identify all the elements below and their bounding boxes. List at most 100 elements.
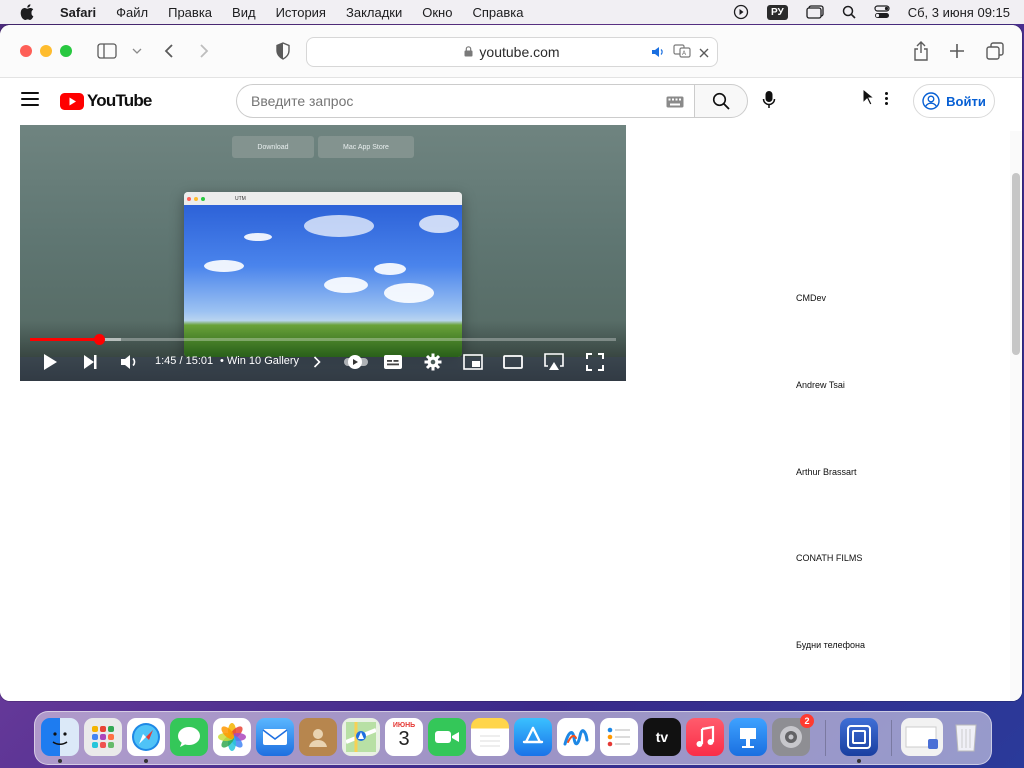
youtube-page: YouTube Введите запрос Войти Download Ma… bbox=[0, 78, 1022, 701]
keynote-icon[interactable] bbox=[729, 718, 767, 756]
system-settings-icon[interactable]: 2 bbox=[772, 714, 814, 756]
menu-app-name[interactable]: Safari bbox=[50, 5, 106, 20]
stage-manager-icon[interactable] bbox=[806, 5, 824, 19]
signin-button[interactable]: Войти bbox=[913, 84, 995, 118]
recommendation-channel[interactable]: CONATH FILMS bbox=[796, 553, 862, 563]
menu-bookmarks[interactable]: Закладки bbox=[336, 5, 412, 20]
scrubber-knob[interactable] bbox=[93, 334, 105, 345]
minimize-window-button[interactable] bbox=[40, 45, 52, 57]
subtitles-icon[interactable] bbox=[382, 350, 404, 374]
menu-edit[interactable]: Правка bbox=[158, 5, 222, 20]
airplay-icon[interactable] bbox=[542, 350, 566, 374]
messages-icon[interactable] bbox=[170, 718, 208, 756]
tab-overview-icon[interactable] bbox=[984, 41, 1006, 61]
speaker-audio-icon[interactable] bbox=[651, 45, 665, 61]
mail-icon[interactable] bbox=[256, 718, 294, 756]
settings-gear-icon[interactable] bbox=[422, 350, 444, 374]
dock: ИЮНЬ 3 tv 2 bbox=[34, 711, 992, 765]
miniplayer-icon[interactable] bbox=[462, 350, 484, 374]
search-placeholder: Введите запрос bbox=[251, 93, 354, 109]
back-button[interactable] bbox=[158, 41, 180, 61]
share-icon[interactable] bbox=[910, 41, 932, 61]
photos-icon[interactable] bbox=[213, 718, 251, 756]
safari-icon[interactable] bbox=[127, 718, 165, 756]
recommendation-channel[interactable]: Будни телефона bbox=[796, 640, 865, 650]
privacy-report-shield-icon[interactable] bbox=[272, 41, 294, 61]
launchpad-icon[interactable] bbox=[84, 718, 122, 756]
close-icon[interactable] bbox=[699, 45, 709, 61]
video-progress-bar[interactable] bbox=[30, 334, 616, 345]
safari-window: youtube.com A YouTube Введите запрос Вой… bbox=[0, 25, 1022, 701]
spotlight-search-icon[interactable] bbox=[842, 5, 856, 19]
music-icon[interactable] bbox=[686, 718, 724, 756]
lock-icon bbox=[464, 44, 473, 60]
translate-icon[interactable]: A bbox=[673, 44, 691, 61]
chevron-right-icon[interactable] bbox=[310, 350, 324, 374]
apple-tv-label: tv bbox=[655, 729, 669, 745]
search-input[interactable]: Введите запрос bbox=[236, 84, 694, 118]
page-scrollbar[interactable] bbox=[1010, 131, 1022, 701]
address-bar[interactable]: youtube.com A bbox=[306, 37, 718, 67]
voice-search-mic-icon[interactable] bbox=[762, 90, 776, 115]
apple-tv-icon[interactable]: tv bbox=[643, 718, 681, 756]
menu-history[interactable]: История bbox=[266, 5, 336, 20]
now-playing-icon[interactable] bbox=[733, 4, 749, 20]
recommendation-channel[interactable]: Arthur Brassart bbox=[796, 467, 857, 477]
search-button[interactable] bbox=[694, 84, 748, 118]
utm-icon[interactable] bbox=[840, 718, 878, 756]
mac-app-store-button-in-video: Mac App Store bbox=[318, 136, 414, 158]
recommendation-channel[interactable]: Andrew Tsai bbox=[796, 380, 845, 390]
play-icon[interactable] bbox=[40, 350, 60, 374]
chevron-down-icon[interactable] bbox=[126, 41, 148, 61]
control-center-icon[interactable] bbox=[874, 5, 890, 19]
facetime-icon[interactable] bbox=[428, 718, 466, 756]
next-video-icon[interactable] bbox=[80, 350, 100, 374]
download-label: Download bbox=[257, 143, 289, 151]
autoplay-toggle[interactable] bbox=[344, 350, 368, 374]
search-icon bbox=[712, 92, 730, 110]
video-player[interactable]: Download Mac App Store UTM 1:45 / 15:01 … bbox=[20, 125, 626, 381]
notification-badge: 2 bbox=[800, 714, 814, 728]
app-store-icon[interactable] bbox=[514, 718, 552, 756]
menu-hamburger-icon[interactable] bbox=[21, 92, 39, 106]
more-options-icon[interactable] bbox=[885, 92, 888, 105]
calendar-icon[interactable]: ИЮНЬ 3 bbox=[385, 718, 423, 756]
url-text: youtube.com bbox=[479, 44, 560, 60]
youtube-play-logo-icon bbox=[60, 92, 84, 110]
new-tab-plus-icon[interactable] bbox=[946, 41, 968, 61]
finder-icon[interactable] bbox=[41, 718, 79, 756]
menubar-datetime[interactable]: Сб, 3 июня 09:15 bbox=[908, 5, 1010, 20]
theater-mode-icon[interactable] bbox=[502, 350, 524, 374]
search-box: Введите запрос bbox=[236, 84, 748, 118]
browser-toolbar: youtube.com A bbox=[0, 25, 1022, 78]
forward-button[interactable] bbox=[193, 41, 215, 61]
account-circle-icon bbox=[922, 92, 940, 110]
recommendation-channel[interactable]: CMDev bbox=[796, 293, 826, 303]
close-window-button[interactable] bbox=[20, 45, 32, 57]
time-display: 1:45 / 15:01 bbox=[155, 355, 214, 367]
keyboard-icon[interactable] bbox=[666, 95, 684, 111]
volume-icon[interactable] bbox=[120, 350, 140, 374]
youtube-logo[interactable]: YouTube bbox=[60, 91, 152, 111]
trash-icon[interactable] bbox=[947, 718, 985, 756]
menu-help[interactable]: Справка bbox=[462, 5, 533, 20]
sidebar-toggle-icon[interactable] bbox=[96, 41, 118, 61]
freeform-icon[interactable] bbox=[557, 718, 595, 756]
downloads-stack-icon[interactable] bbox=[901, 718, 943, 756]
input-source-indicator[interactable]: РУ bbox=[766, 4, 788, 20]
apple-icon[interactable] bbox=[20, 4, 36, 20]
zoom-window-button[interactable] bbox=[60, 45, 72, 57]
reminders-icon[interactable] bbox=[600, 718, 638, 756]
window-controls bbox=[20, 45, 72, 57]
maps-icon[interactable] bbox=[342, 718, 380, 756]
menu-file[interactable]: Файл bbox=[106, 5, 158, 20]
fullscreen-icon[interactable] bbox=[584, 350, 606, 374]
notes-icon[interactable] bbox=[471, 718, 509, 756]
scrollbar-thumb[interactable] bbox=[1012, 173, 1020, 355]
contacts-icon[interactable] bbox=[299, 718, 337, 756]
menu-window[interactable]: Окно bbox=[412, 5, 462, 20]
chapter-title[interactable]: • Win 10 Gallery bbox=[220, 355, 299, 367]
mouse-pointer-icon bbox=[862, 87, 876, 111]
menu-view[interactable]: Вид bbox=[222, 5, 266, 20]
player-controls: 1:45 / 15:01 • Win 10 Gallery bbox=[20, 350, 626, 374]
